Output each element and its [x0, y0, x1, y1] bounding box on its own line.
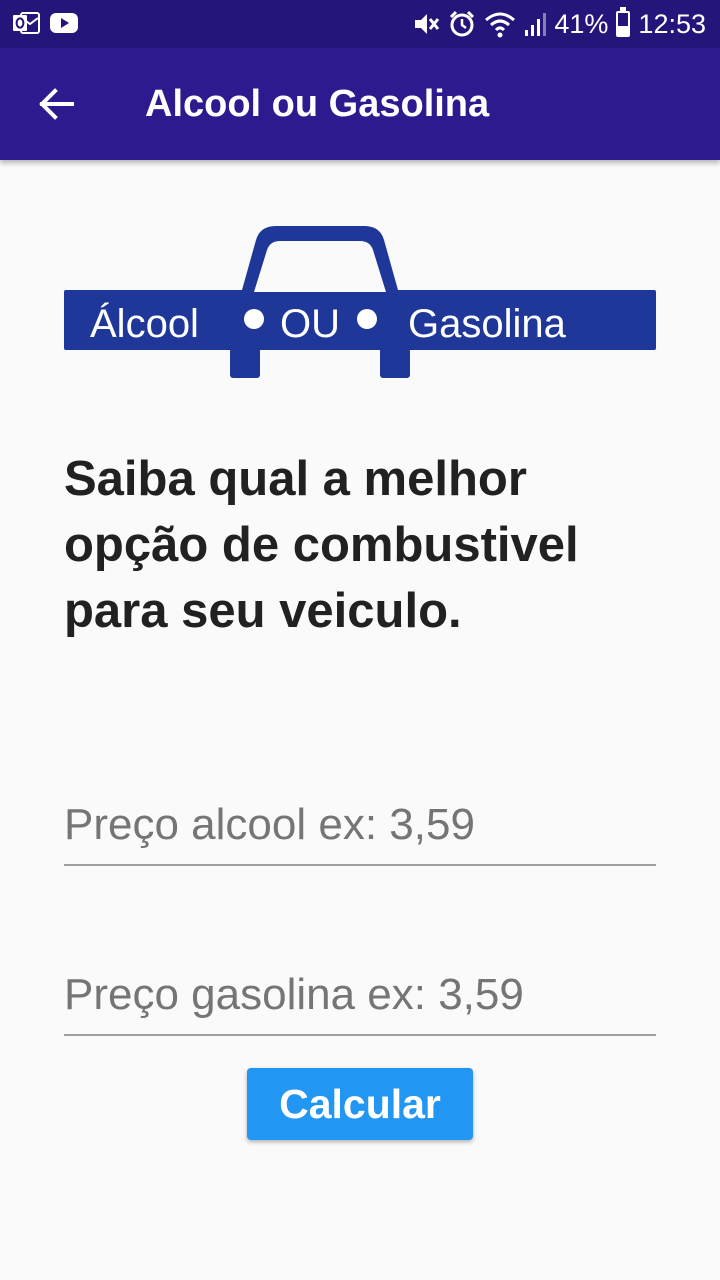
youtube-icon [50, 13, 78, 33]
status-right-icons: 41% 12:53 [412, 0, 706, 48]
outlook-icon [13, 12, 40, 34]
app-title: Alcool ou Gasolina [145, 83, 490, 125]
logo: Álcool OU Gasolina [64, 226, 656, 378]
back-button[interactable] [28, 76, 84, 132]
calculate-button[interactable]: Calcular [247, 1068, 473, 1140]
alarm-icon [450, 10, 475, 37]
headline: Saiba qual a melhor opção de combustivel… [64, 452, 579, 638]
arrow-back-icon [39, 88, 74, 120]
battery-percent: 41% [554, 8, 609, 39]
signal-icon [525, 13, 547, 36]
clock: 12:53 [638, 8, 706, 39]
gasolina-price-input[interactable] [64, 956, 656, 1036]
status-bar: 41% 12:53 [0, 0, 720, 48]
alcool-price-input[interactable] [64, 786, 656, 866]
logo-word-ou: OU [280, 302, 340, 346]
battery-fill [618, 25, 629, 35]
logo-word-alcool: Álcool [90, 301, 199, 346]
status-left-icons [12, 10, 78, 36]
mute-icon [415, 14, 440, 34]
logo-word-gasolina: Gasolina [408, 302, 567, 346]
app-bar: Alcool ou Gasolina [0, 48, 720, 160]
wifi-icon [485, 12, 516, 38]
battery-icon [616, 7, 631, 37]
